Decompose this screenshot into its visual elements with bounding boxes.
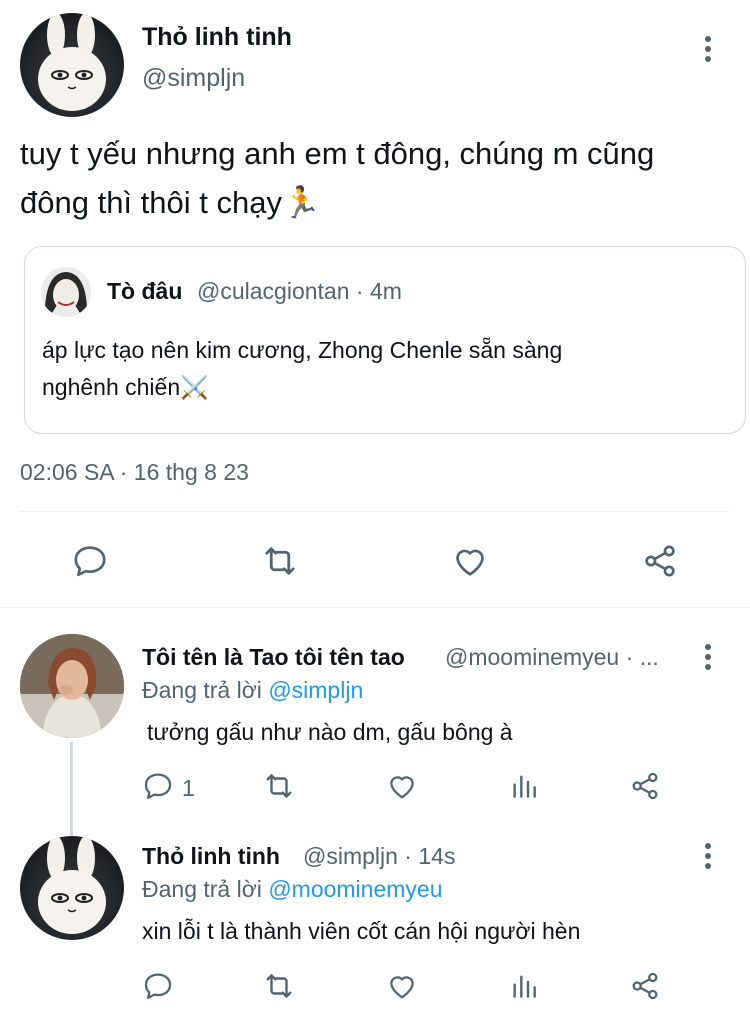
retweet-icon[interactable] xyxy=(261,968,297,1004)
face-avatar-icon xyxy=(41,267,91,317)
divider xyxy=(20,511,730,512)
views-icon[interactable] xyxy=(506,968,542,1004)
replying-prefix: Đang trả lời xyxy=(142,677,269,703)
author-name[interactable]: Thỏ linh tinh xyxy=(142,23,292,52)
retweet-icon[interactable] xyxy=(258,539,302,583)
heart-icon[interactable] xyxy=(384,768,420,804)
reply-icon[interactable] xyxy=(68,539,112,583)
replying-prefix: Đang trả lời xyxy=(142,876,269,902)
reply-author-meta[interactable]: @moominemyeu · ... xyxy=(445,644,659,671)
views-icon[interactable] xyxy=(506,768,542,804)
more-vertical-icon[interactable] xyxy=(704,843,712,869)
more-vertical-icon[interactable] xyxy=(704,36,712,62)
tweet-text-line1: tuy t yếu nhưng anh em t đông, chúng m c… xyxy=(20,136,655,171)
bunny-avatar-icon xyxy=(38,13,106,111)
reply-author-avatar[interactable] xyxy=(20,836,124,940)
reply-author-name[interactable]: Thỏ linh tinh xyxy=(142,843,280,870)
tweet-text-line2: đông thì thôi t chạy🏃 xyxy=(20,185,321,220)
section-divider xyxy=(0,607,750,608)
reply-count: 1 xyxy=(182,775,195,801)
replying-to-link[interactable]: @simpljn xyxy=(268,677,363,703)
thread-line xyxy=(70,742,73,838)
reply-text: xin lỗi t là thành viên cốt cán hội ngườ… xyxy=(142,918,581,944)
reply-icon[interactable] xyxy=(140,968,176,1004)
share-icon[interactable] xyxy=(638,539,682,583)
reply-icon[interactable] xyxy=(140,768,176,804)
bunny-avatar-icon xyxy=(38,836,106,934)
retweet-icon[interactable] xyxy=(261,768,297,804)
reply-author-meta[interactable]: @simpljn · 14s xyxy=(303,843,455,870)
person-avatar-icon xyxy=(20,634,124,738)
author-handle[interactable]: @simpljn xyxy=(142,64,245,93)
more-vertical-icon[interactable] xyxy=(704,644,712,670)
replying-to-label: Đang trả lời @moominemyeu xyxy=(142,876,443,903)
share-icon[interactable] xyxy=(627,968,663,1004)
quote-author-meta[interactable]: @culacgiontan · 4m xyxy=(197,278,402,305)
quote-author-avatar xyxy=(41,267,91,317)
tweet-timestamp[interactable]: 02:06 SA · 16 thg 8 23 xyxy=(20,459,249,486)
author-avatar[interactable] xyxy=(20,13,124,117)
replying-to-label: Đang trả lời @simpljn xyxy=(142,677,363,704)
share-icon[interactable] xyxy=(627,768,663,804)
replying-to-link[interactable]: @moominemyeu xyxy=(268,876,442,902)
quote-text-line2: nghênh chiến⚔️ xyxy=(42,374,209,400)
reply-text: tưởng gấu như nào dm, gấu bông à xyxy=(147,719,513,745)
heart-icon[interactable] xyxy=(448,539,492,583)
quote-tweet-card[interactable]: Tò đâu @culacgiontan · 4m áp lực tạo nên… xyxy=(24,246,746,434)
quote-author-name[interactable]: Tò đâu xyxy=(107,278,182,305)
reply-author-avatar[interactable] xyxy=(20,634,124,738)
quote-text-line1: áp lực tạo nên kim cương, Zhong Chenle s… xyxy=(42,337,563,363)
heart-icon[interactable] xyxy=(384,968,420,1004)
reply-author-name[interactable]: Tôi tên là Tao tôi tên tao xyxy=(142,644,405,671)
